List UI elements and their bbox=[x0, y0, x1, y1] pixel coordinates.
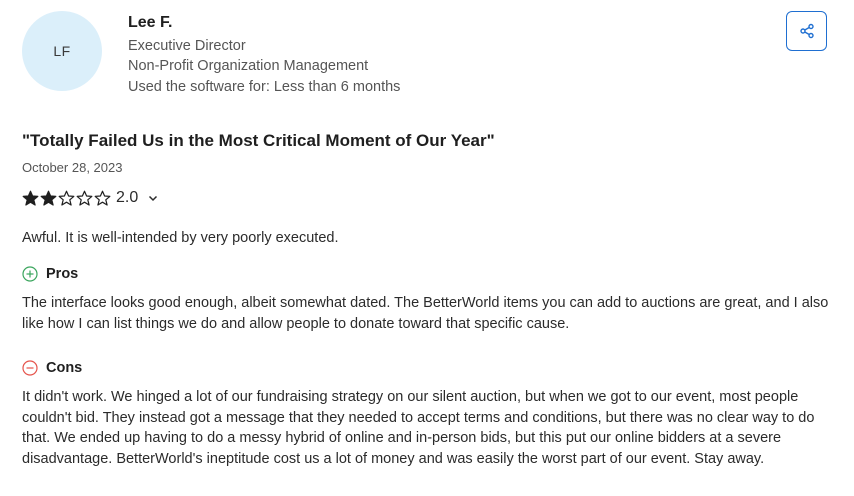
review-summary: Awful. It is well-intended by very poorl… bbox=[22, 230, 339, 246]
cons-text: It didn't work. We hinged a lot of our f… bbox=[22, 389, 815, 467]
cons-heading: Cons bbox=[22, 359, 82, 377]
star-filled-icon bbox=[22, 190, 39, 206]
star-outline-icon bbox=[76, 190, 93, 206]
cons-label: Cons bbox=[46, 360, 83, 376]
star-rating bbox=[22, 190, 111, 207]
avatar: LF bbox=[22, 11, 102, 91]
reviewer-industry: Non-Profit Organization Management bbox=[128, 58, 369, 74]
review-date: October 28, 2023 bbox=[22, 160, 123, 175]
pros-label: Pros bbox=[46, 266, 79, 282]
share-icon bbox=[799, 23, 814, 39]
minus-circle-icon bbox=[22, 360, 38, 376]
star-outline-icon bbox=[58, 190, 75, 206]
reviewer-name: Lee F. bbox=[128, 14, 173, 31]
chevron-down-icon[interactable] bbox=[148, 195, 158, 202]
reviewer-usage: Used the software for: Less than 6 month… bbox=[128, 79, 401, 95]
plus-circle-icon bbox=[22, 266, 38, 282]
star-filled-icon bbox=[40, 190, 57, 206]
avatar-initials: LF bbox=[53, 43, 71, 59]
share-button[interactable] bbox=[786, 11, 827, 51]
rating-value: 2.0 bbox=[116, 189, 139, 206]
star-outline-icon bbox=[94, 190, 111, 206]
reviewer-job-title: Executive Director bbox=[128, 38, 246, 54]
pros-heading: Pros bbox=[22, 265, 78, 283]
pros-text: The interface looks good enough, albeit … bbox=[22, 295, 829, 332]
rating-row: 2.0 bbox=[22, 188, 158, 208]
review-card: LF Lee F. Executive Director Non-Profit … bbox=[0, 0, 854, 496]
review-title: "Totally Failed Us in the Most Critical … bbox=[22, 131, 495, 150]
